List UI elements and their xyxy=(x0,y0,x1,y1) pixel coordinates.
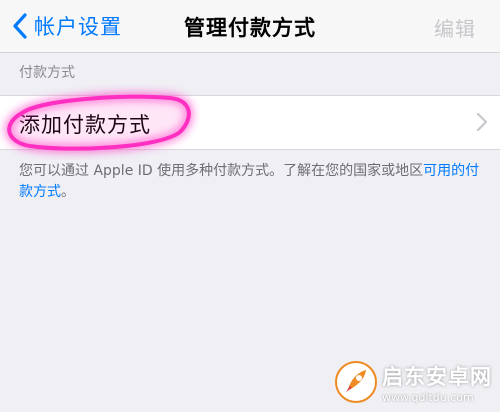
watermark-url: www.qdltdu.com xyxy=(382,390,474,404)
footer-description: 您可以通过 Apple ID 使用多种付款方式。了解在您的国家或地区可用的付款方… xyxy=(19,161,489,203)
watermark-title: 启东安卓网 xyxy=(382,364,492,389)
add-payment-method-cell[interactable]: 添加付款方式 xyxy=(0,95,500,150)
chevron-right-icon xyxy=(476,112,488,132)
page-title: 管理付款方式 xyxy=(184,16,316,40)
watermark: 启东安卓网 www.qdltdu.com xyxy=(334,358,492,406)
watermark-text: 启东安卓网 www.qdltdu.com xyxy=(382,361,492,404)
rocket-logo-icon xyxy=(335,361,377,403)
add-payment-method-label: 添加付款方式 xyxy=(19,113,151,137)
edit-button[interactable]: 编辑 xyxy=(434,13,476,42)
navigation-bar: 帐户设置 管理付款方式 编辑 xyxy=(0,0,500,53)
footer-end: 。 xyxy=(61,184,75,200)
section-header: 付款方式 xyxy=(19,65,75,81)
footer-text: 您可以通过 Apple ID 使用多种付款方式。了解在您的国家或地区 xyxy=(19,163,424,179)
